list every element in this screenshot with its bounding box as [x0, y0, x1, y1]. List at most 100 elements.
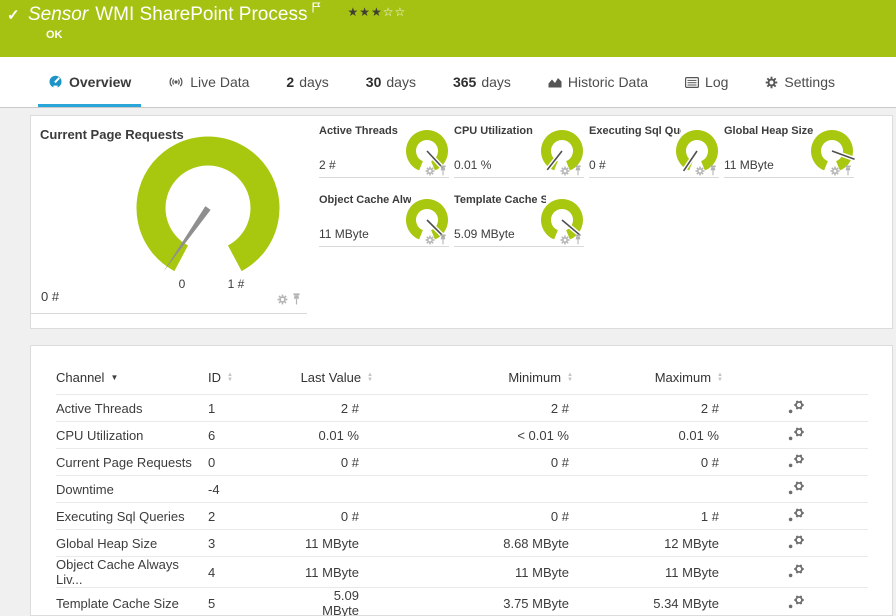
channel-name[interactable]: Active Threads — [56, 394, 208, 422]
channel-settings-gear-icon[interactable] — [560, 232, 570, 250]
sensor-kind-label: Sensor — [28, 4, 89, 25]
edit-channel-gears-icon[interactable] — [787, 453, 805, 471]
star-filled-icon[interactable]: ★ — [371, 5, 383, 19]
table-row[interactable]: Active Threads 1 2 # 2 # 2 # — [56, 394, 868, 422]
table-row[interactable]: Global Heap Size 3 11 MByte 8.68 MByte 1… — [56, 529, 868, 557]
channel-last-value: 0 # — [296, 448, 373, 476]
table-row[interactable]: CPU Utilization 6 0.01 % < 0.01 % 0.01 % — [56, 421, 868, 449]
edit-channel-gears-icon[interactable] — [787, 507, 805, 525]
channel-settings-gear-icon[interactable] — [425, 163, 435, 181]
tab-365-days[interactable]: 365 days — [453, 57, 511, 107]
star-filled-icon[interactable]: ★ — [347, 5, 359, 19]
tab-settings[interactable]: Settings — [765, 57, 835, 107]
gauges-panel: Current Page Requests 0 1 # 0 # Active T… — [30, 115, 893, 329]
channel-name[interactable]: CPU Utilization — [56, 421, 208, 449]
sort-icon: ▲ ▼ — [567, 371, 573, 383]
channel-id: 0 — [208, 448, 296, 476]
star-empty-icon[interactable]: ☆ — [395, 5, 407, 19]
edit-channel-gears-icon[interactable] — [787, 399, 805, 417]
col-header-maximum[interactable]: Maximum ▲ ▼ — [573, 370, 723, 395]
col-header-channel[interactable]: Channel ▼ — [56, 370, 208, 395]
tab-label: Overview — [69, 74, 132, 90]
col-header-label: ID — [208, 370, 221, 385]
channel-name[interactable]: Downtime — [56, 475, 208, 503]
tab-number: 2 — [286, 74, 295, 90]
col-header-last-value[interactable]: Last Value ▲ ▼ — [296, 370, 373, 395]
page-title: WMI SharePoint Process — [95, 4, 308, 25]
col-header-label: Maximum — [654, 370, 712, 385]
pin-icon[interactable] — [844, 163, 852, 181]
flag-icon — [312, 0, 321, 18]
edit-channel-gears-icon[interactable] — [787, 594, 805, 612]
channel-minimum: < 0.01 % — [373, 421, 573, 449]
gauge-card-template-cache-size: Template Cache Size 5.09 MByte — [454, 187, 584, 247]
tab-label: Historic Data — [567, 74, 649, 90]
channel-settings-gear-icon[interactable] — [425, 232, 435, 250]
tab-historic-data[interactable]: Historic Data — [548, 57, 648, 107]
area-chart-icon — [548, 78, 562, 88]
table-row[interactable]: Downtime -4 — [56, 475, 868, 503]
edit-channel-gears-icon[interactable] — [787, 534, 805, 552]
pin-icon[interactable] — [439, 232, 447, 250]
tab-30-days[interactable]: 30 days — [366, 57, 416, 107]
col-header-actions — [723, 370, 868, 395]
channel-name[interactable]: Executing Sql Queries — [56, 502, 208, 530]
gauge-card-executing-sql-queries: Executing Sql Queries 0 # — [589, 118, 719, 178]
pin-icon[interactable] — [709, 163, 717, 181]
sensor-status-banner: ✓ Sensor WMI SharePoint Process ★★★☆☆ OK — [0, 0, 896, 57]
table-row[interactable]: Object Cache Always Liv... 4 11 MByte 11… — [56, 556, 868, 588]
table-row[interactable]: Template Cache Size 5 5.09 MByte 3.75 MB… — [56, 587, 868, 616]
channel-name[interactable]: Global Heap Size — [56, 529, 208, 557]
gauge-scale-min: 0 — [179, 277, 186, 291]
gauge-scale-max: 1 # — [228, 277, 245, 291]
sort-icon: ▲ ▼ — [227, 371, 233, 383]
star-empty-icon[interactable]: ☆ — [383, 5, 395, 19]
gauge-title: Global Heap Size — [724, 125, 814, 137]
gauge-value: 0.01 % — [454, 158, 492, 172]
channel-minimum: 3.75 MByte — [373, 587, 573, 616]
channel-name[interactable]: Current Page Requests — [56, 448, 208, 476]
channel-name[interactable]: Template Cache Size — [56, 587, 208, 616]
channel-settings-gear-icon[interactable] — [560, 163, 570, 181]
channel-settings-gear-icon[interactable] — [695, 163, 705, 181]
channel-last-value: 5.09 MByte — [296, 587, 373, 616]
table-row[interactable]: Current Page Requests 0 0 # 0 # 0 # — [56, 448, 868, 476]
tab-live-data[interactable]: Live Data — [168, 57, 249, 107]
channel-maximum: 0.01 % — [573, 421, 723, 449]
edit-channel-gears-icon[interactable] — [787, 426, 805, 444]
table-row[interactable]: Executing Sql Queries 2 0 # 0 # 1 # — [56, 502, 868, 530]
tab-2-days[interactable]: 2 days — [286, 57, 328, 107]
gauge-card-cpu-utilization: CPU Utilization 0.01 % — [454, 118, 584, 178]
channel-id: 6 — [208, 421, 296, 449]
status-badge: OK — [46, 29, 63, 41]
edit-channel-gears-icon[interactable] — [787, 480, 805, 498]
pin-icon[interactable] — [439, 163, 447, 181]
main-gauge-value: 0 # — [41, 289, 60, 304]
channel-last-value: 0.01 % — [296, 421, 373, 449]
log-icon — [685, 76, 700, 88]
channel-settings-gear-icon[interactable] — [277, 292, 288, 310]
channel-last-value: 0 # — [296, 502, 373, 530]
col-header-id[interactable]: ID ▲ ▼ — [208, 370, 296, 395]
star-filled-icon[interactable]: ★ — [359, 5, 371, 19]
pin-icon[interactable] — [574, 232, 582, 250]
edit-channel-gears-icon[interactable] — [787, 563, 805, 581]
pin-icon[interactable] — [574, 163, 582, 181]
tab-log[interactable]: Log — [685, 57, 728, 107]
channel-minimum: 0 # — [373, 448, 573, 476]
channel-id: -4 — [208, 475, 296, 503]
channel-maximum: 1 # — [573, 502, 723, 530]
sort-desc-icon: ▼ — [110, 373, 119, 382]
gauge-card-active-threads: Active Threads 2 # — [319, 118, 449, 178]
channel-settings-gear-icon[interactable] — [830, 163, 840, 181]
col-header-minimum[interactable]: Minimum ▲ ▼ — [373, 370, 573, 395]
col-header-label: Channel — [56, 370, 105, 385]
gauge-title: Object Cache Always L... — [319, 194, 411, 206]
channel-maximum: 5.34 MByte — [573, 587, 723, 616]
priority-stars[interactable]: ★★★☆☆ — [347, 5, 406, 19]
channel-name[interactable]: Object Cache Always Liv... — [56, 556, 208, 588]
tab-overview[interactable]: Overview — [37, 57, 142, 107]
channel-last-value: 2 # — [296, 394, 373, 422]
pin-icon[interactable] — [292, 292, 301, 310]
channel-minimum: 11 MByte — [373, 556, 573, 588]
